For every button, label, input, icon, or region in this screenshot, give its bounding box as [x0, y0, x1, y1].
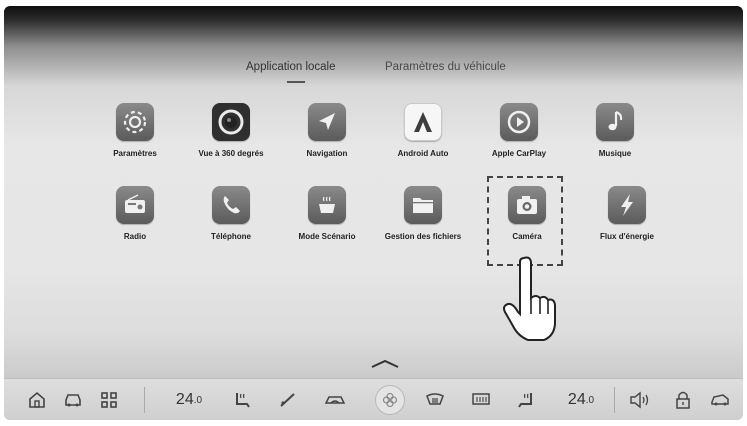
app-label-radio: Radio [123, 232, 147, 241]
driver-temperature[interactable]: 24.0 [164, 379, 214, 420]
fan-icon [375, 385, 405, 415]
screen: Application locale Paramètres du véhicul… [4, 6, 743, 420]
air-recirculation-icon[interactable] [320, 379, 350, 420]
app-radio[interactable]: Radio [87, 186, 183, 241]
app-label-360-view: Vue à 360 degrés [198, 149, 264, 158]
folder-icon [404, 186, 442, 224]
passenger-temperature-decimal: .0 [585, 394, 595, 406]
app-label-android-auto: Android Auto [397, 149, 449, 158]
app-360-view[interactable]: Vue à 360 degrés [183, 103, 279, 158]
volume-icon[interactable] [624, 379, 656, 420]
rear-defrost-icon[interactable] [466, 379, 496, 420]
app-music[interactable]: Musique [567, 103, 663, 158]
passenger-temperature[interactable]: 24.0 [556, 379, 606, 420]
gear-icon [116, 103, 154, 141]
app-energy-flow[interactable]: Flux d'énergie [579, 186, 675, 241]
apps-grid-icon[interactable] [94, 379, 124, 420]
app-file-manager[interactable]: Gestion des fichiers [375, 186, 471, 241]
divider [144, 387, 145, 413]
front-defrost-icon[interactable] [420, 379, 450, 420]
app-scenario-mode[interactable]: Mode Scénario [279, 186, 375, 241]
passenger-temperature-main: 24 [567, 391, 586, 408]
lightning-icon [608, 186, 646, 224]
vehicle-status-icon[interactable] [704, 379, 736, 420]
radio-icon [116, 186, 154, 224]
seat-heat-right-icon[interactable] [512, 379, 540, 420]
carplay-icon [500, 103, 538, 141]
app-label-file-manager: Gestion des fichiers [384, 232, 462, 241]
app-label-phone: Téléphone [210, 232, 251, 241]
lock-icon[interactable] [668, 379, 698, 420]
pointing-hand-icon [496, 254, 568, 351]
music-note-icon [596, 103, 634, 141]
active-tab-indicator [287, 81, 305, 83]
app-navigation[interactable]: Navigation [279, 103, 375, 158]
tab-local-apps[interactable]: Application locale [246, 61, 336, 73]
driver-temperature-main: 24 [175, 391, 194, 408]
selection-highlight [487, 176, 563, 266]
fan-button[interactable] [370, 379, 410, 420]
app-label-energy-flow: Flux d'énergie [600, 232, 654, 241]
navigation-arrow-icon [308, 103, 346, 141]
car-icon[interactable] [58, 379, 88, 420]
home-icon[interactable] [22, 379, 52, 420]
app-label-carplay: Apple CarPlay [491, 149, 547, 158]
steering-heat-icon[interactable] [274, 379, 302, 420]
chevron-up-icon[interactable] [370, 356, 400, 374]
app-label-music: Musique [598, 149, 632, 158]
tab-bar: Application locale Paramètres du véhicul… [4, 61, 743, 85]
camera-360-icon [212, 103, 250, 141]
tab-vehicle-settings[interactable]: Paramètres du véhicule [385, 61, 506, 73]
driver-temperature-decimal: .0 [193, 394, 203, 406]
bottom-climate-bar: 24.0 24.0 [4, 378, 743, 420]
app-android-auto[interactable]: Android Auto [375, 103, 471, 158]
phone-icon [212, 186, 250, 224]
divider [614, 387, 615, 413]
app-label-navigation: Navigation [306, 149, 348, 158]
android-auto-icon [404, 103, 442, 141]
app-carplay[interactable]: Apple CarPlay [471, 103, 567, 158]
app-label-scenario-mode: Mode Scénario [298, 232, 356, 241]
seat-heat-left-icon[interactable] [228, 379, 256, 420]
app-label-settings: Paramètres [113, 149, 157, 158]
app-settings[interactable]: Paramètres [87, 103, 183, 158]
coffee-cup-icon [308, 186, 346, 224]
app-phone[interactable]: Téléphone [183, 186, 279, 241]
